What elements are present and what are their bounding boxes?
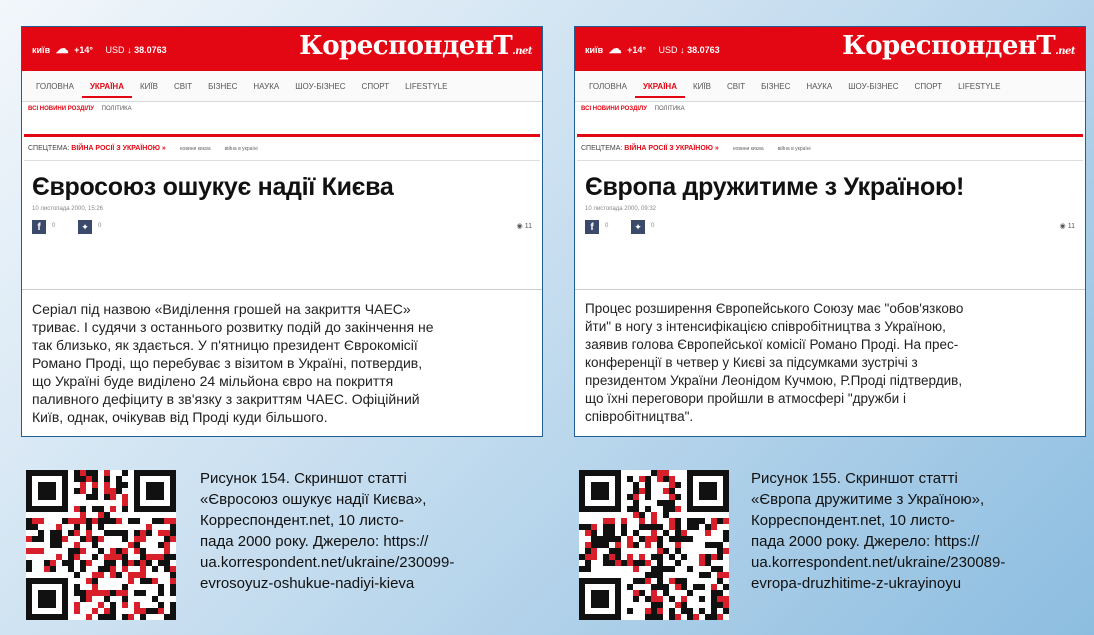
all-news-link[interactable]: ВСІ НОВИНИ РОЗДІЛУ: [581, 106, 647, 112]
special-topic-link[interactable]: ВІЙНА РОСІЇ З УКРАЇНОЮ »: [71, 145, 166, 152]
article-text: Серіал під назвою «Виділення грошей на з…: [32, 301, 434, 425]
tag-link[interactable]: новини києва: [733, 146, 764, 152]
views-count: 11: [524, 223, 532, 230]
caption-line: пада 2000 року. Джерело: https://: [751, 533, 980, 550]
currency-label: USD: [658, 45, 678, 55]
special-topic-bar: СПЕЦТЕМА: ВІЙНА РОСІЇ З УКРАЇНОЮ » новин…: [22, 137, 542, 152]
site-header: київ ☁ +14° USD ↓ 38.0763 КореспонденТ.n…: [575, 27, 1085, 71]
nav-item-home[interactable]: ГОЛОВНА: [581, 82, 635, 91]
weather-city: київ: [32, 45, 51, 55]
nav-item-sport[interactable]: СПОРТ: [907, 82, 951, 91]
social-bar: f 0 ✦ 0 ◉ 11: [22, 220, 542, 242]
weather-temp: +14°: [627, 45, 647, 55]
weather-temp: +14°: [74, 45, 94, 55]
nav-item-ukraine[interactable]: УКРАЇНА: [634, 82, 685, 98]
caption-line[interactable]: evropa-druzhitime-z-ukrayinoyu: [751, 573, 1081, 594]
nav-item-science[interactable]: НАУКА: [245, 82, 287, 91]
nav-item-lifestyle[interactable]: LIFESTYLE: [950, 82, 1008, 91]
caption-line: Корреспондент.net, 10 листо-: [751, 512, 955, 529]
tag-link[interactable]: новини києва: [180, 146, 211, 152]
caption-line: Рисунок 155. Скриншот статті: [751, 470, 958, 487]
caption-line: пада 2000 року. Джерело: https://: [200, 533, 429, 550]
article-body: Серіал під назвою «Виділення грошей на з…: [22, 289, 542, 436]
article-date: 10 листопада 2000, 15:26: [32, 206, 103, 212]
nav-item-ukraine[interactable]: УКРАЇНА: [81, 82, 132, 98]
views-counter: ◉ 11: [1060, 222, 1075, 230]
article-date: 10 листопада 2000, 09:32: [585, 206, 656, 212]
site-logo[interactable]: КореспонденТ.net: [299, 31, 532, 61]
facebook-icon[interactable]: f: [585, 220, 599, 234]
weather-widget: київ ☁ +14° USD ↓ 38.0763: [585, 41, 720, 57]
facebook-count: 0: [52, 223, 56, 229]
caption-line: «Євросоюз ошукує надії Києва»,: [200, 491, 427, 508]
caption-line[interactable]: evrosoyuz-oshukue-nadiyi-kieva: [200, 573, 530, 594]
breadcrumb: ВСІ НОВИНИ РОЗДІЛУ ПОЛІТИКА: [575, 102, 1085, 120]
special-topic-bar: СПЕЦТЕМА: ВІЙНА РОСІЇ З УКРАЇНОЮ » новин…: [575, 137, 1085, 152]
nav-item-world[interactable]: СВІТ: [719, 82, 753, 91]
caption-line: Корреспондент.net, 10 листо-: [200, 512, 404, 529]
main-nav: ГОЛОВНА УКРАЇНА КИЇВ СВІТ БІЗНЕС НАУКА Ш…: [575, 71, 1085, 102]
nav-item-showbiz[interactable]: ШОУ-БІЗНЕС: [287, 82, 353, 91]
eye-icon: ◉: [516, 223, 523, 230]
nav-item-business[interactable]: БІЗНЕС: [200, 82, 245, 91]
special-label: СПЕЦТЕМА:: [28, 145, 70, 152]
weather-widget: київ ☁ +14° USD ↓ 38.0763: [32, 41, 167, 57]
caption-line[interactable]: ua.korrespondent.net/ukraine/230099-: [200, 552, 530, 573]
article-screenshot-1: київ ☁ +14° USD ↓ 38.0763 КореспонденТ.n…: [21, 26, 543, 437]
qr-code[interactable]: [26, 470, 176, 620]
nav-item-sport[interactable]: СПОРТ: [354, 82, 398, 91]
currency-rate: ↓ 38.0763: [127, 45, 167, 55]
currency-label: USD: [105, 45, 125, 55]
weather-city: київ: [585, 45, 604, 55]
views-counter: ◉ 11: [517, 222, 532, 230]
twitter-icon[interactable]: ✦: [631, 220, 645, 234]
article-headline: Європа дружитиме з Україною!: [585, 173, 965, 201]
twitter-icon[interactable]: ✦: [78, 220, 92, 234]
nav-item-showbiz[interactable]: ШОУ-БІЗНЕС: [840, 82, 906, 91]
article-screenshot-2: київ ☁ +14° USD ↓ 38.0763 КореспонденТ.n…: [574, 26, 1086, 437]
qr-code[interactable]: [579, 470, 729, 620]
nav-item-science[interactable]: НАУКА: [798, 82, 840, 91]
nav-item-lifestyle[interactable]: LIFESTYLE: [397, 82, 455, 91]
site-logo[interactable]: КореспонденТ.net: [842, 31, 1075, 61]
twitter-count: 0: [98, 223, 102, 229]
site-header: київ ☁ +14° USD ↓ 38.0763 КореспонденТ.n…: [22, 27, 542, 71]
cloud-icon: ☁: [55, 41, 69, 56]
cloud-icon: ☁: [608, 41, 622, 56]
views-count: 11: [1067, 223, 1075, 230]
nav-item-home[interactable]: ГОЛОВНА: [28, 82, 82, 91]
figure-caption: Рисунок 154. Скриншот статті «Євросоюз о…: [200, 468, 530, 594]
section-link[interactable]: ПОЛІТИКА: [655, 106, 685, 112]
all-news-link[interactable]: ВСІ НОВИНИ РОЗДІЛУ: [28, 106, 94, 112]
nav-item-kyiv[interactable]: КИЇВ: [132, 82, 166, 91]
tag-link[interactable]: війна в україні: [225, 146, 258, 152]
nav-item-kyiv[interactable]: КИЇВ: [685, 82, 719, 91]
article-body: Процес розширення Європейського Союзу ма…: [575, 289, 1085, 436]
tag-link[interactable]: війна в україні: [778, 146, 811, 152]
article-text: Процес розширення Європейського Союзу ма…: [585, 301, 964, 424]
main-nav: ГОЛОВНА УКРАЇНА КИЇВ СВІТ БІЗНЕС НАУКА Ш…: [22, 71, 542, 102]
facebook-icon[interactable]: f: [32, 220, 46, 234]
eye-icon: ◉: [1059, 223, 1066, 230]
section-link[interactable]: ПОЛІТИКА: [102, 106, 132, 112]
nav-item-world[interactable]: СВІТ: [166, 82, 200, 91]
special-topic-link[interactable]: ВІЙНА РОСІЇ З УКРАЇНОЮ »: [624, 145, 719, 152]
figure-caption: Рисунок 155. Скриншот статті «Європа дру…: [751, 468, 1081, 594]
article-headline: Євросоюз ошукує надії Києва: [32, 173, 394, 201]
nav-item-business[interactable]: БІЗНЕС: [753, 82, 798, 91]
special-label: СПЕЦТЕМА:: [581, 145, 623, 152]
caption-line: «Європа дружитиме з Україною»,: [751, 491, 985, 508]
currency-rate: ↓ 38.0763: [680, 45, 720, 55]
twitter-count: 0: [651, 223, 655, 229]
caption-line: Рисунок 154. Скриншот статті: [200, 470, 407, 487]
caption-line[interactable]: ua.korrespondent.net/ukraine/230089-: [751, 552, 1081, 573]
facebook-count: 0: [605, 223, 609, 229]
breadcrumb: ВСІ НОВИНИ РОЗДІЛУ ПОЛІТИКА: [22, 102, 542, 120]
social-bar: f 0 ✦ 0 ◉ 11: [575, 220, 1085, 242]
